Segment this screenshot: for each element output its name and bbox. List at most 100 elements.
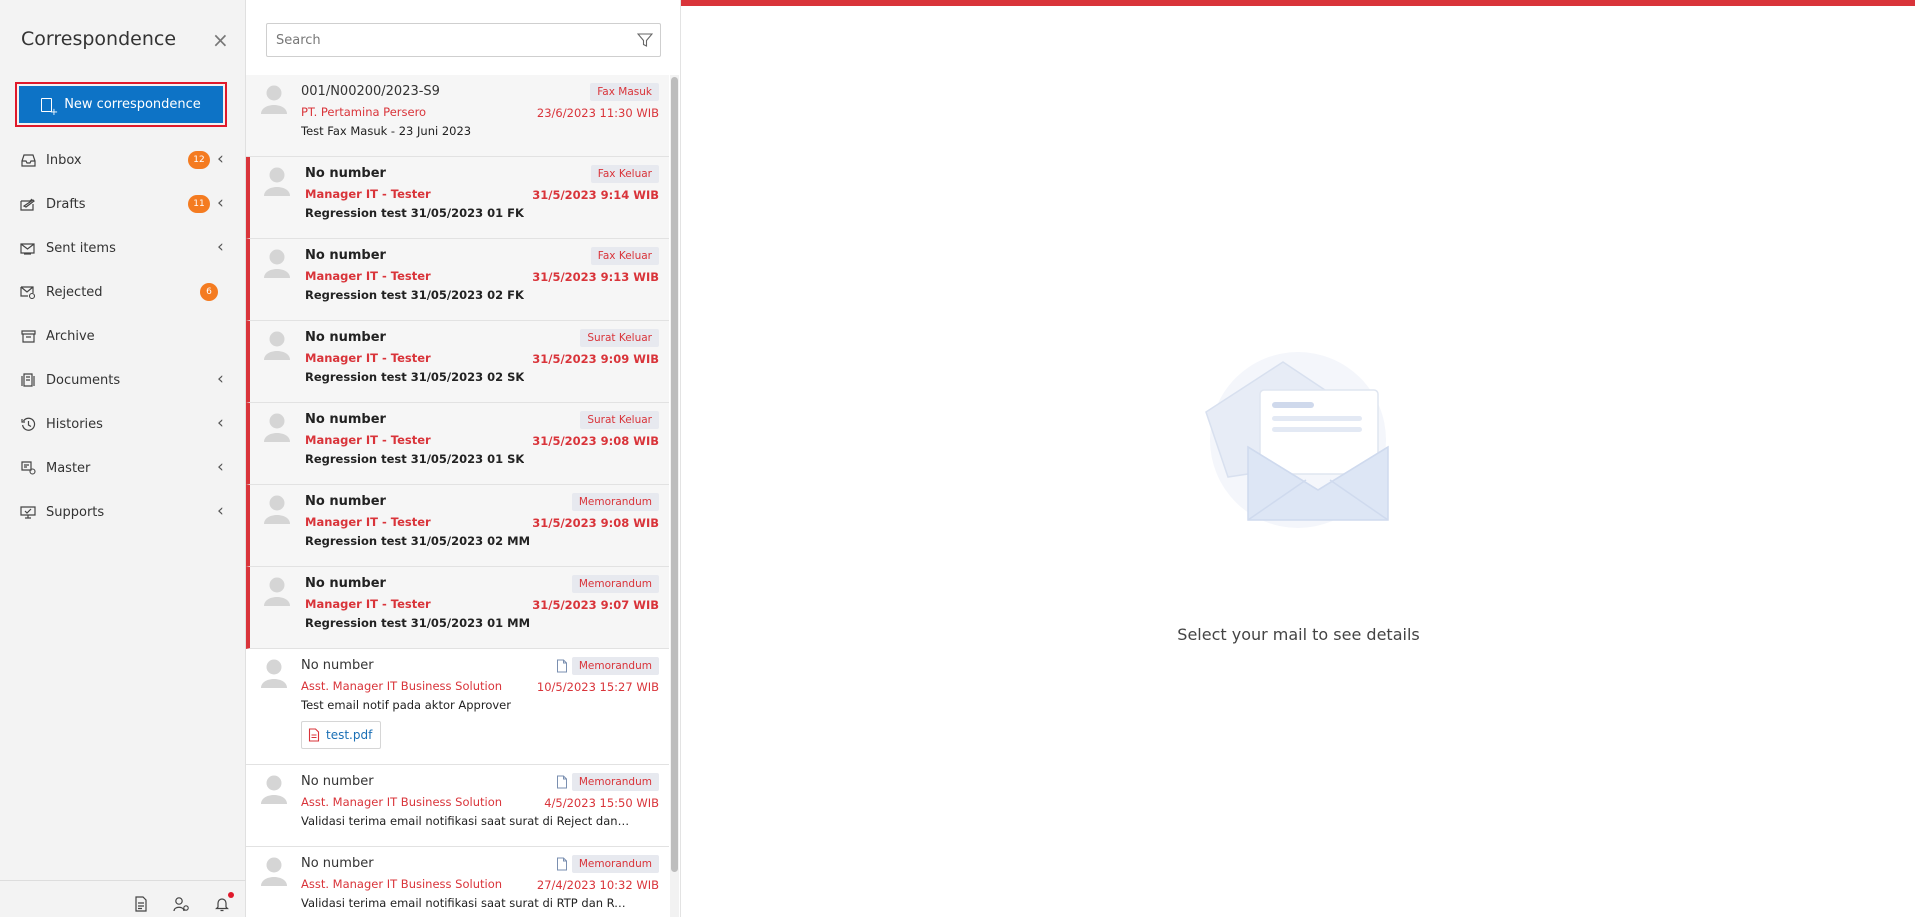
documents-icon [20, 373, 36, 387]
mail-number: No number [305, 494, 386, 509]
mail-subject: Test Fax Masuk - 23 Juni 2023 [301, 124, 472, 138]
avatar-icon [264, 331, 290, 360]
mail-sender: Manager IT - Tester [305, 597, 431, 611]
mail-sender: PT. Pertamina Persero [301, 105, 427, 119]
close-icon[interactable]: × [212, 30, 229, 50]
chevron-left-icon[interactable]: ‹ [217, 150, 224, 168]
pdf-icon [308, 728, 320, 742]
inbox-icon [20, 153, 36, 167]
history-icon [20, 417, 36, 431]
sidebar-item-sent-items[interactable]: Sent items ‹ [0, 226, 246, 270]
mail-number: No number [301, 856, 374, 871]
sidebar-item-supports[interactable]: Supports ‹ [0, 490, 246, 534]
chevron-left-icon[interactable]: ‹ [217, 194, 224, 212]
avatar-icon [264, 413, 290, 442]
sent-icon [20, 241, 36, 255]
sidebar-footer [0, 880, 246, 917]
mail-subject: Validasi terima email notifikasi saat su… [301, 896, 631, 910]
mail-list-item[interactable]: No number Manager IT - Tester Regression… [246, 157, 669, 239]
mail-type-badge: Memorandum [571, 493, 659, 511]
mail-sender: Manager IT - Tester [305, 269, 431, 283]
sidebar-item-master[interactable]: Master ‹ [0, 446, 246, 490]
mail-list-item[interactable]: No number Manager IT - Tester Regression… [246, 239, 669, 321]
search-box [266, 23, 661, 57]
scrollbar-thumb[interactable] [671, 77, 678, 872]
avatar-icon [261, 85, 287, 114]
sidebar-item-histories[interactable]: Histories ‹ [0, 402, 246, 446]
sidebar-item-archive[interactable]: Archive [0, 314, 246, 358]
chevron-left-icon[interactable]: ‹ [217, 502, 224, 520]
mail-list-item[interactable]: No number Asst. Manager IT Business Solu… [246, 765, 669, 847]
sidebar-item-label: Inbox [46, 152, 82, 168]
sidebar-item-rejected[interactable]: Rejected 6 [0, 270, 246, 314]
avatar-icon [261, 857, 287, 886]
archive-icon [20, 329, 36, 343]
mail-number: No number [305, 576, 386, 591]
mail-number: No number [301, 774, 374, 789]
avatar-icon [264, 167, 290, 196]
mail-list-item[interactable]: No number Manager IT - Tester Regression… [246, 485, 669, 567]
inbox-count-badge: 12 [188, 151, 210, 169]
mail-sender: Manager IT - Tester [305, 433, 431, 447]
search-input[interactable] [267, 24, 630, 56]
sidebar-item-label: Master [46, 460, 91, 476]
avatar-icon [264, 495, 290, 524]
mail-list-item[interactable]: No number Manager IT - Tester Regression… [246, 567, 669, 649]
notification-bell-icon[interactable] [213, 892, 234, 913]
sidebar-item-inbox[interactable]: Inbox 12 ‹ [0, 138, 246, 182]
mail-sender: Asst. Manager IT Business Solution [301, 877, 503, 891]
mail-number: No number [305, 248, 386, 263]
new-correspondence-button[interactable]: New correspondence [19, 86, 223, 123]
sidebar-item-label: Histories [46, 416, 103, 432]
sidebar-nav: Inbox 12 ‹ Drafts 11 ‹ Sent items ‹ Reje… [0, 138, 246, 534]
mail-subject: Regression test 31/05/2023 01 FK [305, 206, 524, 220]
notification-dot [228, 892, 234, 898]
sidebar-item-label: Rejected [46, 284, 103, 300]
sidebar-item-label: Supports [46, 504, 105, 520]
mail-subject: Regression test 31/05/2023 02 MM [305, 534, 531, 548]
mail-list-item[interactable]: No number Asst. Manager IT Business Solu… [246, 649, 669, 765]
mail-type-badge: Surat Keluar [580, 329, 659, 347]
mail-number: No number [305, 412, 386, 427]
attachment-chip[interactable]: test.pdf [301, 721, 382, 749]
mail-number: No number [305, 330, 386, 345]
chevron-left-icon[interactable]: ‹ [217, 414, 224, 432]
new-document-icon [41, 97, 58, 118]
sidebar-item-label: Archive [46, 328, 95, 344]
user-settings-icon[interactable] [172, 895, 190, 913]
document-icon [557, 857, 567, 871]
mail-date: 27/4/2023 10:32 WIB [536, 878, 659, 892]
new-correspondence-highlight: New correspondence [15, 82, 227, 127]
mail-date: 31/5/2023 9:13 WIB [532, 270, 659, 284]
chevron-left-icon[interactable]: ‹ [217, 238, 224, 256]
sidebar-item-label: Drafts [46, 196, 86, 212]
mail-subject: Regression test 31/05/2023 02 FK [305, 288, 524, 302]
avatar-icon [261, 659, 287, 688]
mail-detail-pane: Select your mail to see details [682, 6, 1915, 917]
document-icon[interactable] [132, 895, 150, 913]
mail-list-item[interactable]: No number Asst. Manager IT Business Solu… [246, 847, 669, 917]
mail-list-item[interactable]: No number Manager IT - Tester Regression… [246, 321, 669, 403]
mail-type-badge: Fax Keluar [590, 165, 659, 183]
filter-icon[interactable] [630, 25, 660, 55]
chevron-left-icon[interactable]: ‹ [217, 458, 224, 476]
attachment-name: test.pdf [326, 728, 373, 742]
sidebar-item-drafts[interactable]: Drafts 11 ‹ [0, 182, 246, 226]
mail-number: No number [305, 166, 386, 181]
avatar-icon [264, 577, 290, 606]
mail-sender: Asst. Manager IT Business Solution [301, 679, 503, 693]
mail-list-item[interactable]: No number Manager IT - Tester Regression… [246, 403, 669, 485]
mail-type-badge: Fax Keluar [590, 247, 659, 265]
mail-number: 001/N00200/2023-S9 [301, 84, 440, 99]
mail-subject: Validasi terima email notifikasi saat su… [301, 814, 631, 828]
empty-mail-illustration [1205, 352, 1389, 528]
mail-sender: Asst. Manager IT Business Solution [301, 795, 503, 809]
mail-list-item[interactable]: 001/N00200/2023-S9 PT. Pertamina Persero… [246, 75, 669, 157]
mail-list-pane: 001/N00200/2023-S9 PT. Pertamina Persero… [246, 0, 681, 917]
mail-type-badge: Memorandum [571, 657, 659, 675]
sidebar: Correspondence × New correspondence Inbo… [0, 0, 246, 917]
chevron-left-icon[interactable]: ‹ [217, 370, 224, 388]
mail-sender: Manager IT - Tester [305, 515, 431, 529]
list-scrollbar[interactable] [670, 75, 679, 917]
sidebar-item-documents[interactable]: Documents ‹ [0, 358, 246, 402]
